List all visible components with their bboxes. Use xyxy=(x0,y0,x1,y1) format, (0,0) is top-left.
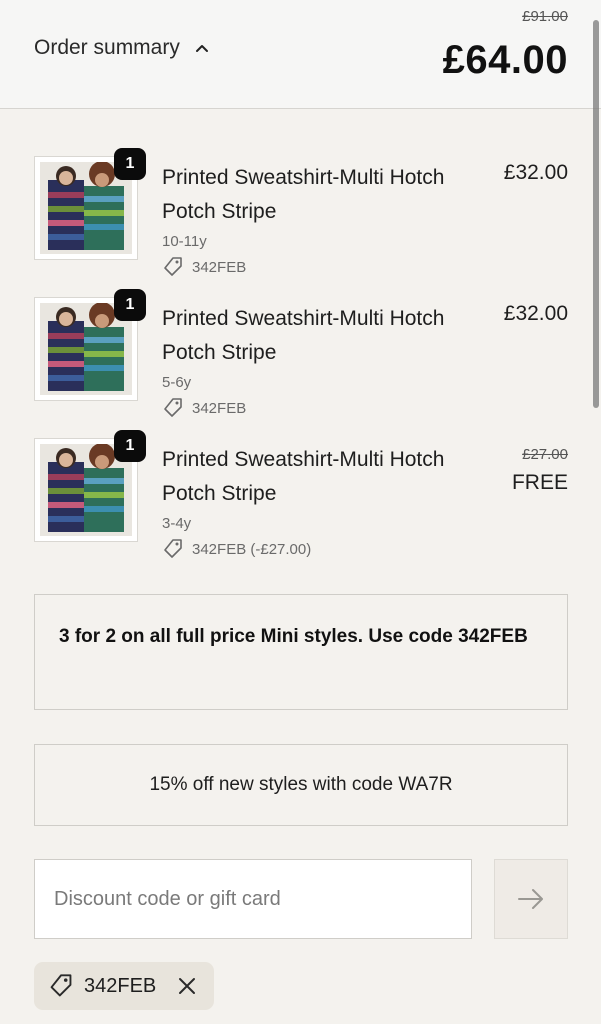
item-variant: 5-6y xyxy=(162,374,192,391)
quantity-badge: 1 xyxy=(114,148,146,180)
item-price: FREE xyxy=(511,471,568,494)
tag-icon xyxy=(164,257,182,276)
item-price: £32.00 xyxy=(503,161,568,184)
order-total: £64.00 xyxy=(442,38,568,82)
applied-code-text: 342FEB xyxy=(84,974,157,997)
tag-icon xyxy=(164,398,182,417)
item-discount-code: 342FEB xyxy=(162,256,246,278)
tag-icon xyxy=(50,974,72,997)
line-item: 1 Printed Sweatshirt-Multi Hotch Potch S… xyxy=(34,430,568,568)
tag-icon xyxy=(164,539,182,558)
quantity-badge: 1 xyxy=(114,430,146,462)
line-item: 1 Printed Sweatshirt-Multi Hotch Potch S… xyxy=(34,148,568,286)
order-summary-label: Order summary xyxy=(34,36,180,59)
apply-discount-button[interactable] xyxy=(494,859,568,939)
order-summary-toggle[interactable]: Order summary xyxy=(34,36,210,60)
item-code-text: 342FEB (-£27.00) xyxy=(192,540,312,558)
arrow-right-icon xyxy=(518,889,543,909)
promo-banner-3-for-2: 3 for 2 on all full price Mini styles. U… xyxy=(34,594,568,710)
item-variant: 3-4y xyxy=(162,515,192,532)
original-total: £91.00 xyxy=(522,8,568,25)
item-variant: 10-11y xyxy=(162,233,207,250)
chevron-up-icon xyxy=(195,45,208,52)
item-code-text: 342FEB xyxy=(192,258,247,276)
remove-code-button[interactable] xyxy=(178,977,196,995)
item-price: £32.00 xyxy=(503,302,568,325)
item-discount-code: 342FEB (-£27.00) xyxy=(162,538,311,560)
item-code-text: 342FEB xyxy=(192,399,247,417)
quantity-badge: 1 xyxy=(114,289,146,321)
line-item: 1 Printed Sweatshirt-Multi Hotch Potch S… xyxy=(34,289,568,427)
close-icon xyxy=(179,978,196,994)
promo-banner-15-off: 15% off new styles with code WA7R xyxy=(34,744,568,826)
applied-code-chip: 342FEB xyxy=(34,962,214,1010)
item-name: Printed Sweatshirt-Multi Hotch Potch Str… xyxy=(162,307,445,364)
discount-code-input[interactable] xyxy=(34,859,472,939)
item-original-price: £27.00 xyxy=(522,446,568,463)
item-discount-code: 342FEB xyxy=(162,397,246,419)
item-name: Printed Sweatshirt-Multi Hotch Potch Str… xyxy=(162,166,445,223)
item-name: Printed Sweatshirt-Multi Hotch Potch Str… xyxy=(162,448,445,505)
scrollbar[interactable] xyxy=(593,20,599,408)
order-summary-header: Order summary £91.00 £64.00 xyxy=(0,0,601,109)
